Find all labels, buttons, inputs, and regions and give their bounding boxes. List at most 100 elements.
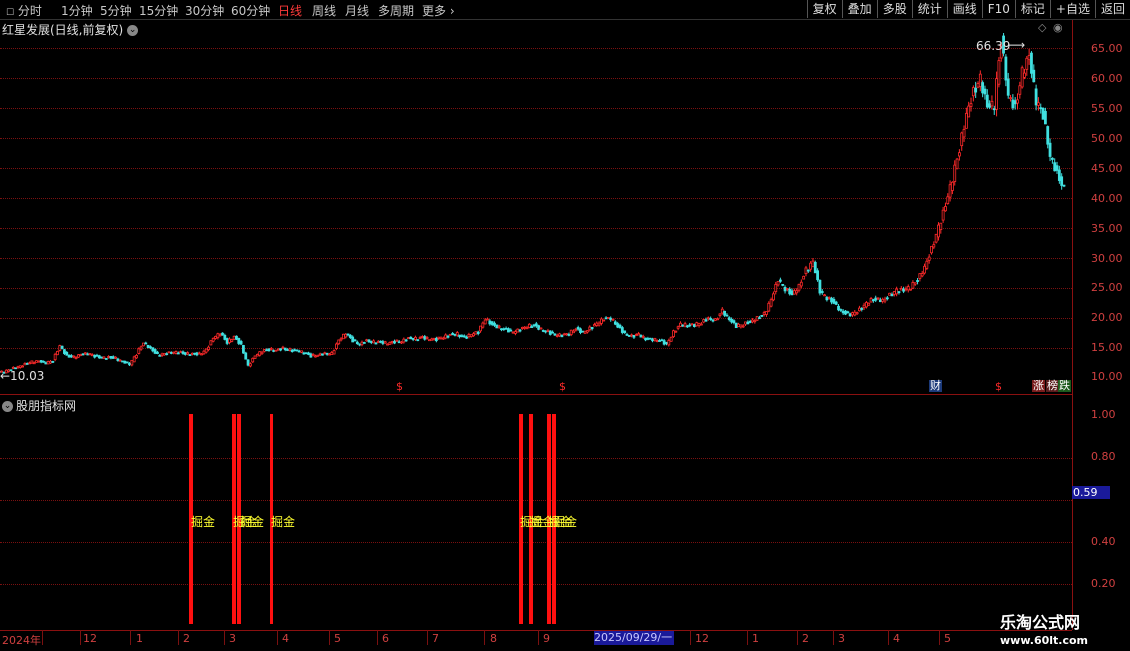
candle-body — [577, 327, 579, 329]
candle-body — [968, 106, 970, 117]
candle-body — [433, 338, 435, 339]
candle-body — [419, 338, 421, 339]
x-tick — [329, 630, 330, 645]
current-value-box: 0.59 — [1072, 486, 1110, 499]
candle-body — [524, 327, 526, 328]
candle-body — [933, 245, 935, 247]
candle-body — [1035, 89, 1037, 105]
candle-body — [742, 326, 744, 327]
candle-body — [661, 340, 663, 341]
candle-body — [754, 321, 756, 322]
candle-body — [947, 197, 949, 204]
kline-chart[interactable] — [0, 0, 1072, 395]
x-tick — [797, 630, 798, 645]
watermark-title: 乐淘公式网 — [1000, 609, 1088, 633]
x-tick — [690, 630, 691, 645]
candle-body — [380, 341, 382, 342]
candle-body — [831, 298, 833, 302]
signal-label: 掘金 — [191, 513, 215, 530]
fall-tag[interactable]: 跌 — [1058, 380, 1071, 392]
candle-body — [170, 352, 172, 353]
candle-body — [312, 354, 314, 355]
candle-body — [1037, 103, 1039, 106]
candle-body — [442, 338, 444, 339]
candle-body — [654, 338, 656, 340]
candle-body — [491, 322, 493, 325]
candle-body — [1049, 143, 1051, 156]
candle-body — [784, 287, 786, 290]
candle-body — [449, 334, 451, 335]
y-tick-label: 0.20 — [1091, 577, 1116, 590]
candle-body — [73, 356, 75, 357]
candle-body — [31, 361, 33, 363]
x-tick-label: 12 — [83, 632, 97, 645]
candle-body — [861, 308, 863, 309]
candle-body — [782, 284, 784, 285]
candle-body — [231, 340, 233, 342]
candle-body — [1044, 111, 1046, 124]
x-tick-label: 9 — [543, 632, 550, 645]
candle-body — [926, 261, 928, 268]
candle-body — [24, 363, 26, 364]
candle-body — [166, 354, 168, 355]
candle-body — [842, 311, 844, 313]
candle-body — [398, 342, 400, 343]
candle-body — [475, 332, 477, 334]
candle-body — [554, 334, 556, 335]
candle-body — [305, 353, 307, 354]
candle-body — [875, 298, 877, 300]
candle-body — [189, 355, 191, 356]
candle-body — [245, 353, 247, 359]
candle-body — [705, 320, 707, 321]
candle-body — [438, 337, 440, 338]
candle-body — [82, 354, 84, 355]
candle-body — [519, 330, 521, 331]
candle-body — [361, 342, 363, 345]
x-tick — [377, 630, 378, 645]
candle-body — [217, 334, 219, 338]
back-button[interactable]: 返回 — [1095, 0, 1130, 18]
candle-body — [1019, 86, 1021, 95]
candle-body — [387, 344, 389, 345]
candle-body — [259, 352, 261, 356]
candle-body — [649, 338, 651, 339]
candle-body — [280, 349, 282, 350]
candle-body — [389, 342, 391, 344]
candle-body — [203, 351, 205, 354]
candle-body — [126, 362, 128, 363]
candle-body — [310, 354, 312, 357]
candle-body — [563, 334, 565, 335]
x-tick-label: 6 — [382, 632, 389, 645]
candle-body — [208, 347, 210, 349]
candle-body — [61, 346, 63, 348]
event-marker[interactable]: $ — [995, 380, 1002, 393]
chevron-down-icon[interactable]: ⌄ — [2, 401, 13, 412]
rise-tag[interactable]: 涨 — [1032, 380, 1045, 392]
candle-body — [914, 283, 916, 284]
candle-body — [800, 282, 802, 286]
finance-tag[interactable]: 财 — [929, 380, 942, 392]
candle-body — [384, 342, 386, 343]
candle-body — [747, 322, 749, 324]
candle-body — [538, 326, 540, 330]
candle-body — [252, 358, 254, 362]
candle-body — [101, 357, 103, 358]
candle-body — [375, 343, 377, 344]
candle-body — [110, 356, 112, 358]
candle-body — [1042, 108, 1044, 119]
candle-body — [142, 343, 144, 346]
candle-body — [19, 366, 21, 368]
indicator-title[interactable]: ⌄股朋指标网 — [2, 397, 76, 414]
watermark: 乐淘公式网 www.60lt.com — [1000, 609, 1088, 647]
candle-body — [317, 355, 319, 356]
event-marker[interactable]: $ — [559, 380, 566, 393]
candle-body — [287, 350, 289, 351]
candle-body — [1023, 73, 1025, 77]
candle-body — [975, 88, 977, 92]
event-marker[interactable]: $ — [396, 380, 403, 393]
candle-body — [870, 298, 872, 302]
candle-body — [872, 300, 874, 301]
candle-body — [824, 295, 826, 296]
x-tick-label: 12 — [695, 632, 709, 645]
candle-body — [517, 329, 519, 332]
